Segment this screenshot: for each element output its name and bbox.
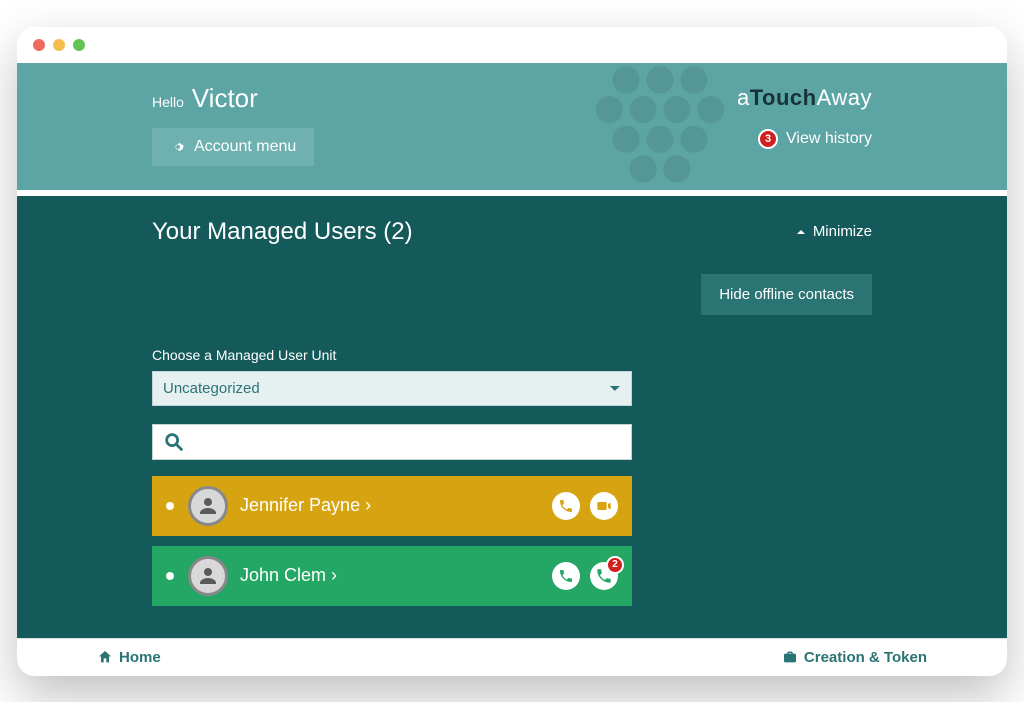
row-actions: 2 (552, 562, 618, 590)
account-menu-button[interactable]: Account menu (152, 128, 314, 166)
user-name: Victor (192, 83, 258, 113)
status-dot (166, 572, 174, 580)
section-title: Your Managed Users (2) (152, 218, 413, 246)
account-menu-label: Account menu (194, 138, 296, 156)
view-history-label: View history (786, 130, 872, 148)
call-button[interactable] (552, 492, 580, 520)
hide-offline-button[interactable]: Hide offline contacts (701, 274, 872, 315)
unit-select-label: Choose a Managed User Unit (152, 347, 872, 363)
greeting: Hello Victor (152, 83, 314, 114)
view-history-button[interactable]: 3 View history (758, 129, 872, 149)
call-button[interactable] (552, 562, 580, 590)
home-link[interactable]: Home (97, 649, 161, 666)
avatar (188, 486, 228, 526)
user-row[interactable]: Jennifer Payne › (152, 476, 632, 536)
app-header: Hello Victor Account menu aTouchAway 3 V… (17, 63, 1007, 190)
hide-offline-label: Hide offline contacts (719, 286, 854, 303)
window-titlebar (17, 27, 1007, 63)
section-header: Your Managed Users (2) Minimize (152, 218, 872, 246)
brand-a: a (737, 85, 750, 110)
status-dot (166, 502, 174, 510)
chevron-up-icon (795, 226, 807, 238)
row-actions (552, 492, 618, 520)
unit-select[interactable]: Uncategorized (152, 371, 632, 406)
user-name-label: John Clem › (240, 565, 552, 586)
user-list: Jennifer Payne › John (152, 476, 632, 606)
header-right: aTouchAway 3 View history (737, 83, 872, 149)
minimize-label: Minimize (813, 223, 872, 240)
search-input[interactable] (193, 433, 621, 450)
gear-icon (170, 139, 186, 155)
footer-nav: Home Creation & Token (17, 638, 1007, 676)
search-icon (163, 431, 185, 453)
history-count-badge: 3 (758, 129, 778, 149)
header-left: Hello Victor Account menu (152, 83, 314, 166)
main-content: Your Managed Users (2) Minimize Hide off… (17, 196, 1007, 638)
user-name-label: Jennifer Payne › (240, 495, 552, 516)
brand-logo: aTouchAway (737, 85, 872, 111)
avatar (188, 556, 228, 596)
creation-label: Creation & Token (804, 649, 927, 666)
brand-away: Away (817, 85, 872, 110)
notification-badge: 2 (606, 556, 624, 574)
phone-icon (558, 498, 574, 514)
briefcase-icon (782, 649, 798, 665)
creation-token-link[interactable]: Creation & Token (782, 649, 927, 666)
user-row[interactable]: John Clem › 2 (152, 546, 632, 606)
video-call-button[interactable] (590, 492, 618, 520)
minimize-button[interactable]: Minimize (795, 223, 872, 240)
person-icon (196, 494, 220, 518)
search-box[interactable] (152, 424, 632, 460)
person-icon (196, 564, 220, 588)
greeting-prefix: Hello (152, 94, 184, 110)
phone-icon (558, 568, 574, 584)
window-maximize-dot[interactable] (73, 39, 85, 51)
home-label: Home (119, 649, 161, 666)
call-history-button[interactable]: 2 (590, 562, 618, 590)
window-minimize-dot[interactable] (53, 39, 65, 51)
video-icon (596, 498, 612, 514)
window-close-dot[interactable] (33, 39, 45, 51)
app-window: Hello Victor Account menu aTouchAway 3 V… (17, 27, 1007, 676)
home-icon (97, 649, 113, 665)
brand-touch: Touch (750, 85, 817, 110)
